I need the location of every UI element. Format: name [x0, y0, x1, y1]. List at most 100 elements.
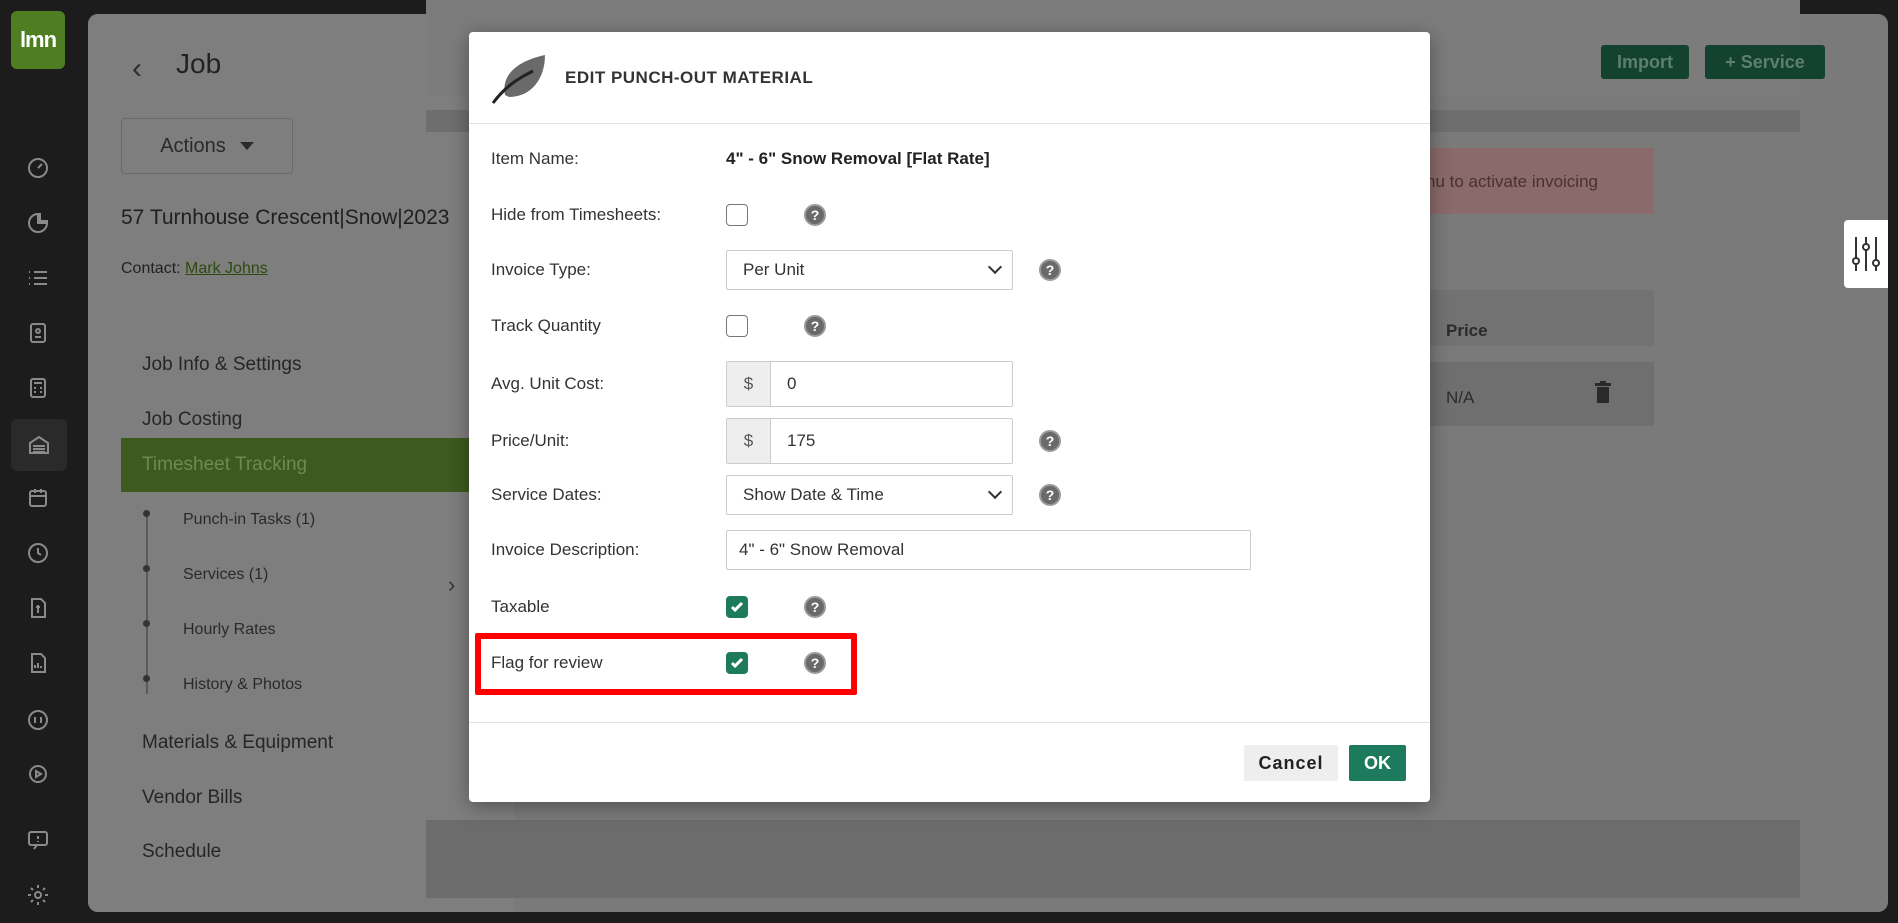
lmn-logo[interactable]: lmn: [11, 11, 65, 69]
item-name-label: Item Name:: [491, 149, 579, 168]
invoice-type-row: Invoice Type: Per Unit ?: [491, 250, 1391, 290]
avg-unit-cost-label: Avg. Unit Cost:: [491, 374, 605, 393]
quickbooks-icon[interactable]: [22, 704, 54, 736]
page-title: Job: [176, 48, 222, 79]
actions-label: Actions: [160, 134, 226, 157]
flag-review-label: Flag for review: [491, 653, 603, 672]
currency-addon: $: [727, 362, 771, 406]
job-sidebar: ‹ Job Actions 57 Turnhouse Crescent|Snow…: [88, 14, 514, 912]
contact-card-icon[interactable]: [22, 317, 54, 349]
service-dates-select[interactable]: Show Date & Time: [726, 475, 1013, 515]
nav-services[interactable]: Services (1): [183, 566, 268, 584]
leaf-icon: [491, 54, 545, 104]
settings-icon[interactable]: [22, 879, 54, 911]
nav-punch-in-tasks[interactable]: Punch-in Tasks (1): [183, 511, 315, 529]
list-icon[interactable]: [22, 262, 54, 294]
jobs-icon[interactable]: [11, 419, 67, 471]
hide-timesheets-checkbox[interactable]: [726, 204, 748, 226]
item-name-value: 4" - 6" Snow Removal [Flat Rate]: [726, 149, 990, 168]
avg-unit-cost-value[interactable]: 0: [771, 362, 796, 406]
clock-icon[interactable]: [22, 537, 54, 569]
icon-rail: lmn: [0, 0, 88, 923]
service-dates-label: Service Dates:: [491, 485, 602, 504]
service-dates-row: Service Dates: Show Date & Time ?: [491, 475, 1391, 515]
track-quantity-label: Track Quantity: [491, 316, 601, 335]
item-name-row: Item Name: 4" - 6" Snow Removal [Flat Ra…: [491, 139, 1391, 179]
edit-material-dialog: EDIT PUNCH-OUT MATERIAL Item Name: 4" - …: [469, 32, 1430, 802]
nav-timesheet-label: Timesheet Tracking: [142, 454, 308, 475]
nav-job-costing[interactable]: Job Costing: [142, 409, 242, 431]
flag-review-row: Flag for review ?: [491, 643, 1391, 683]
help-icon[interactable]: ?: [1039, 484, 1061, 506]
invoice-description-label: Invoice Description:: [491, 540, 640, 559]
nav-history-photos[interactable]: History & Photos: [183, 676, 302, 694]
price-unit-label: Price/Unit:: [491, 431, 570, 450]
flag-review-checkbox[interactable]: [726, 652, 748, 674]
add-service-button[interactable]: + Service: [1705, 45, 1825, 79]
contact-link[interactable]: Mark Johns: [185, 260, 268, 277]
nav-schedule[interactable]: Schedule: [142, 841, 221, 863]
help-chat-icon[interactable]: [22, 824, 54, 856]
job-name: 57 Turnhouse Crescent|Snow|2023: [121, 206, 450, 229]
dashboard-icon[interactable]: [22, 152, 54, 184]
help-icon[interactable]: ?: [1039, 430, 1061, 452]
track-quantity-checkbox[interactable]: [726, 315, 748, 337]
back-chevron-icon[interactable]: ‹: [132, 52, 142, 86]
tree-dot: [143, 675, 150, 682]
calendar-icon[interactable]: [22, 482, 54, 514]
taxable-row: Taxable ?: [491, 587, 1391, 627]
play-icon[interactable]: [22, 758, 54, 790]
contact: Contact: Mark Johns: [121, 260, 268, 278]
check-icon: [730, 657, 744, 669]
tree-dot: [143, 620, 150, 627]
price-unit-row: Price/Unit: $175 ?: [491, 418, 1391, 464]
nav-materials-equipment[interactable]: Materials & Equipment: [142, 732, 333, 754]
alert-text: nu to activate invoicing: [1426, 172, 1598, 191]
sliders-icon: [1852, 237, 1880, 271]
actions-button[interactable]: Actions: [121, 118, 293, 174]
help-icon[interactable]: ?: [804, 596, 826, 618]
report-icon[interactable]: [22, 647, 54, 679]
invoice-description-input[interactable]: 4" - 6" Snow Removal: [726, 530, 1251, 570]
price-cell: N/A: [1446, 388, 1475, 407]
dialog-title: EDIT PUNCH-OUT MATERIAL: [565, 67, 814, 87]
hide-timesheets-label: Hide from Timesheets:: [491, 205, 662, 224]
pie-chart-icon[interactable]: [22, 207, 54, 239]
nav-timesheet-tracking[interactable]: Timesheet Tracking⌄: [121, 438, 514, 492]
caret-down-icon: [239, 142, 254, 150]
help-icon[interactable]: ?: [804, 652, 826, 674]
avg-unit-cost-row: Avg. Unit Cost: $0: [491, 361, 1391, 407]
import-button[interactable]: Import: [1601, 45, 1689, 79]
invoice-type-select[interactable]: Per Unit: [726, 250, 1013, 290]
tree-dot: [143, 510, 150, 517]
help-icon[interactable]: ?: [1039, 259, 1061, 281]
bottom-strip: [426, 820, 1800, 898]
help-icon[interactable]: ?: [804, 204, 826, 226]
invoice-type-value: Per Unit: [743, 260, 805, 279]
currency-addon: $: [727, 419, 771, 463]
track-quantity-row: Track Quantity ?: [491, 306, 1391, 346]
avg-unit-cost-field[interactable]: $0: [726, 361, 1013, 407]
cancel-button[interactable]: Cancel: [1244, 745, 1338, 781]
service-dates-value: Show Date & Time: [743, 485, 884, 504]
nav-vendor-bills[interactable]: Vendor Bills: [142, 787, 242, 809]
invoice-icon[interactable]: [22, 592, 54, 624]
trash-icon[interactable]: [1594, 381, 1612, 403]
nav-job-info[interactable]: Job Info & Settings: [142, 354, 302, 376]
chevron-down-icon: [987, 259, 1003, 275]
price-unit-value[interactable]: 175: [771, 419, 815, 463]
calculator-icon[interactable]: [22, 372, 54, 404]
filter-panel-toggle[interactable]: [1844, 220, 1888, 288]
contact-label: Contact:: [121, 260, 181, 277]
nav-hourly-rates[interactable]: Hourly Rates: [183, 621, 275, 639]
price-column-header: Price: [1446, 321, 1488, 340]
invoice-type-label: Invoice Type:: [491, 260, 591, 279]
ok-button[interactable]: OK: [1349, 745, 1406, 781]
taxable-checkbox[interactable]: [726, 596, 748, 618]
dialog-header: EDIT PUNCH-OUT MATERIAL: [469, 32, 1430, 124]
tree-dot: [143, 565, 150, 572]
hide-timesheets-row: Hide from Timesheets: ?: [491, 195, 1391, 235]
price-unit-field[interactable]: $175: [726, 418, 1013, 464]
help-icon[interactable]: ?: [804, 315, 826, 337]
tree-line: [146, 514, 148, 694]
